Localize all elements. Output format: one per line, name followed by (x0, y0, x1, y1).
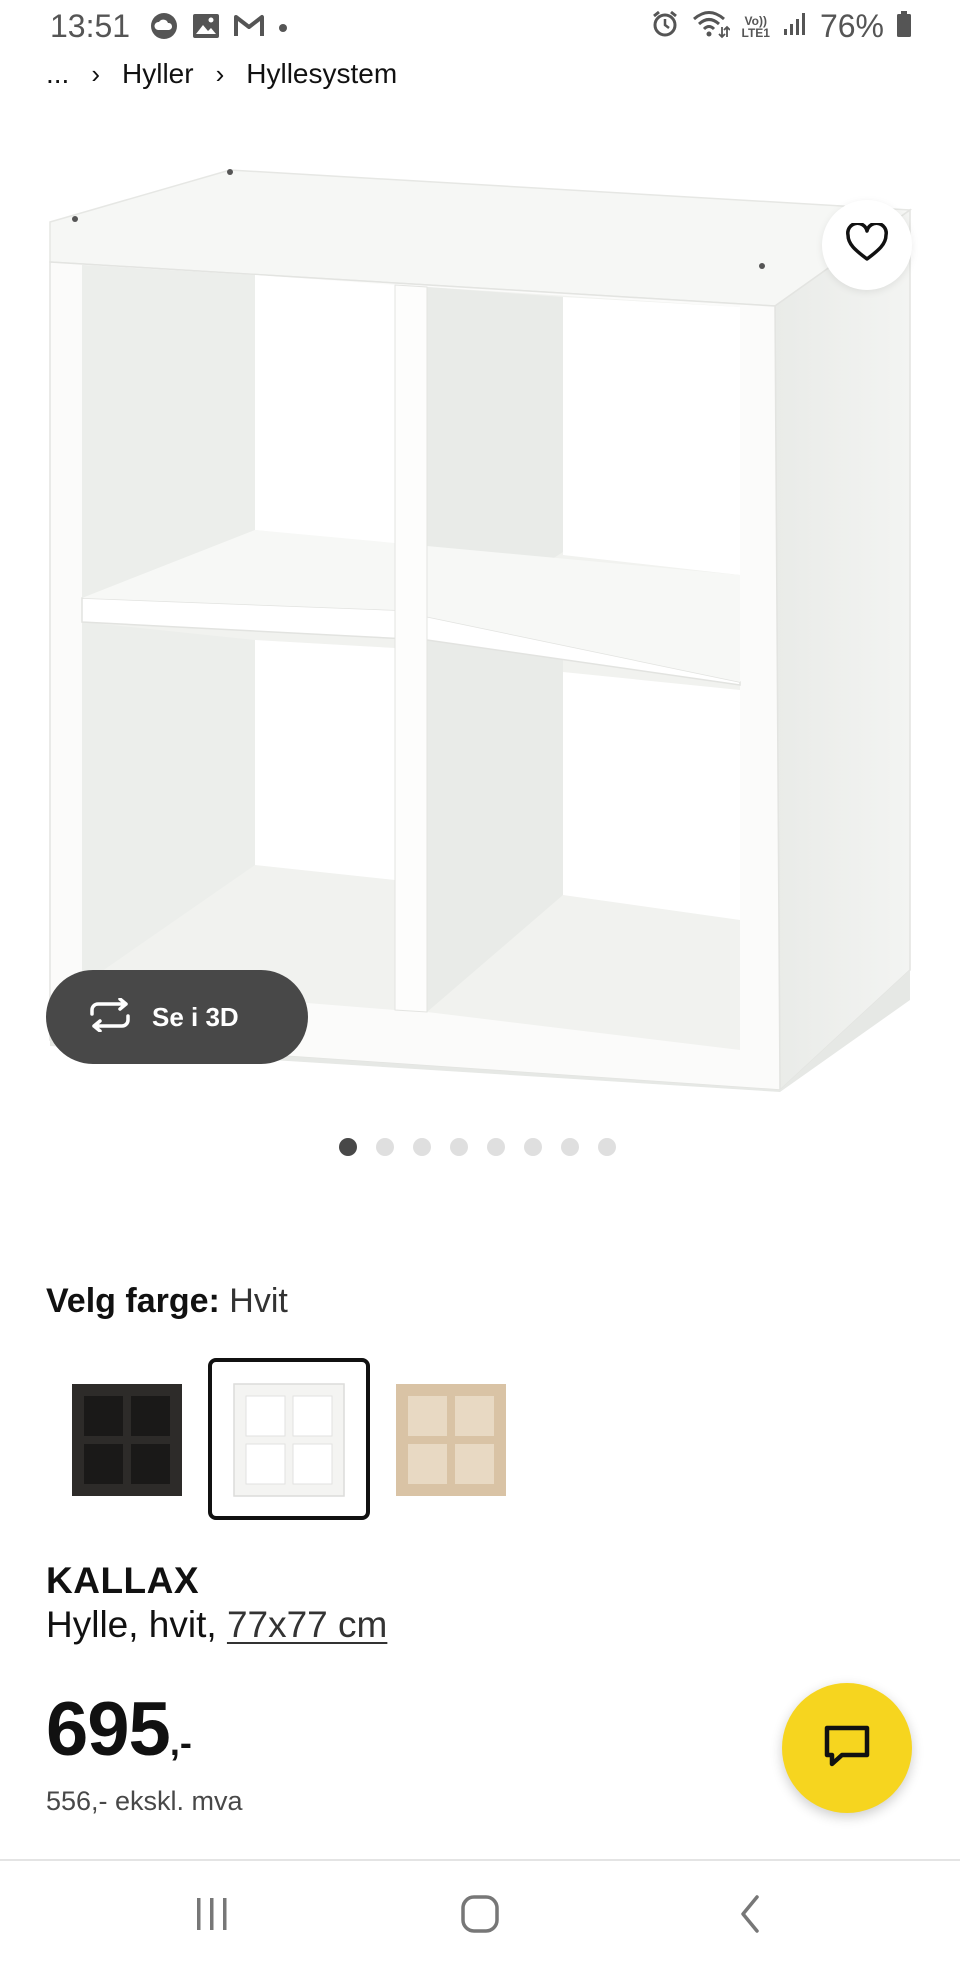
recent-apps-icon (192, 1896, 232, 1937)
status-system-icons: Vo)) LTE1 76% (650, 8, 913, 45)
price-excl-vat: 556,- ekskl. mva (46, 1786, 243, 1816)
status-time: 13:51 (50, 8, 131, 44)
battery-percent: 76% (819, 8, 884, 44)
recent-apps-button[interactable] (182, 1891, 242, 1941)
gallery-dot-4[interactable] (450, 1138, 468, 1156)
color-swatches (46, 1358, 532, 1520)
back-icon (735, 1894, 765, 1939)
battery-icon (896, 10, 912, 43)
see-in-3d-button[interactable]: Se i 3D (46, 970, 308, 1064)
gallery-pagination (339, 1138, 616, 1156)
gallery-dot-5[interactable] (487, 1138, 505, 1156)
breadcrumb-ellipsis[interactable]: ... (46, 58, 69, 90)
signal-icon (782, 11, 808, 42)
product-name: KALLAX (46, 1560, 200, 1601)
gallery-dot-6[interactable] (524, 1138, 542, 1156)
color-swatch-white[interactable] (208, 1358, 370, 1520)
chevron-right-icon: › (215, 58, 225, 89)
price-amount: 695 (46, 1687, 171, 1772)
heart-icon (845, 221, 889, 268)
status-bar: 13:51 Vo)) LTE1 76% (0, 0, 960, 56)
product-description: Hylle, hvit, 77x77 cm (46, 1604, 387, 1646)
product-price: 695 ,- (46, 1686, 192, 1773)
dot-icon (278, 20, 288, 38)
product-image[interactable] (0, 140, 960, 1100)
gallery-dot-8[interactable] (598, 1138, 616, 1156)
price-suffix: ,- (169, 1722, 192, 1763)
system-nav-bar (0, 1861, 960, 1973)
color-swatch-white-stained-oak[interactable] (370, 1358, 532, 1520)
chevron-right-icon: › (91, 58, 101, 89)
breadcrumb-item-hyller[interactable]: Hyller (122, 58, 194, 90)
home-icon (460, 1894, 500, 1939)
gallery-dot-3[interactable] (413, 1138, 431, 1156)
back-button[interactable] (720, 1891, 780, 1941)
color-selector-label: Velg farge: Hvit (46, 1282, 288, 1321)
cloud-icon (150, 12, 178, 45)
product-dimensions-link[interactable]: 77x77 cm (227, 1604, 387, 1645)
chat-bubble-icon (822, 1723, 872, 1774)
volte-icon: Vo)) LTE1 (742, 15, 770, 39)
color-label-title: Velg farge: (46, 1282, 220, 1320)
gallery-dot-7[interactable] (561, 1138, 579, 1156)
wifi-icon (692, 9, 731, 44)
gallery-dot-1[interactable] (339, 1138, 357, 1156)
volte-label-bottom: LTE1 (741, 25, 770, 40)
favorite-button[interactable] (822, 200, 912, 290)
chat-button[interactable] (782, 1683, 912, 1813)
see-in-3d-label: Se i 3D (152, 1001, 239, 1032)
rotate-3d-icon (86, 996, 134, 1037)
alarm-icon (650, 9, 680, 44)
home-button[interactable] (450, 1891, 510, 1941)
gmail-icon (234, 14, 264, 43)
status-notification-icons (150, 12, 288, 45)
volte-label-top: Vo)) (744, 13, 767, 28)
breadcrumb: ... › Hyller › Hyllesystem (46, 54, 397, 94)
breadcrumb-item-hyllesystem[interactable]: Hyllesystem (246, 58, 397, 90)
product-description-text: Hylle, hvit, (46, 1604, 227, 1645)
color-swatch-black-brown[interactable] (46, 1358, 208, 1520)
gallery-dot-2[interactable] (376, 1138, 394, 1156)
color-selected-value: Hvit (229, 1282, 288, 1320)
image-icon (192, 13, 220, 44)
